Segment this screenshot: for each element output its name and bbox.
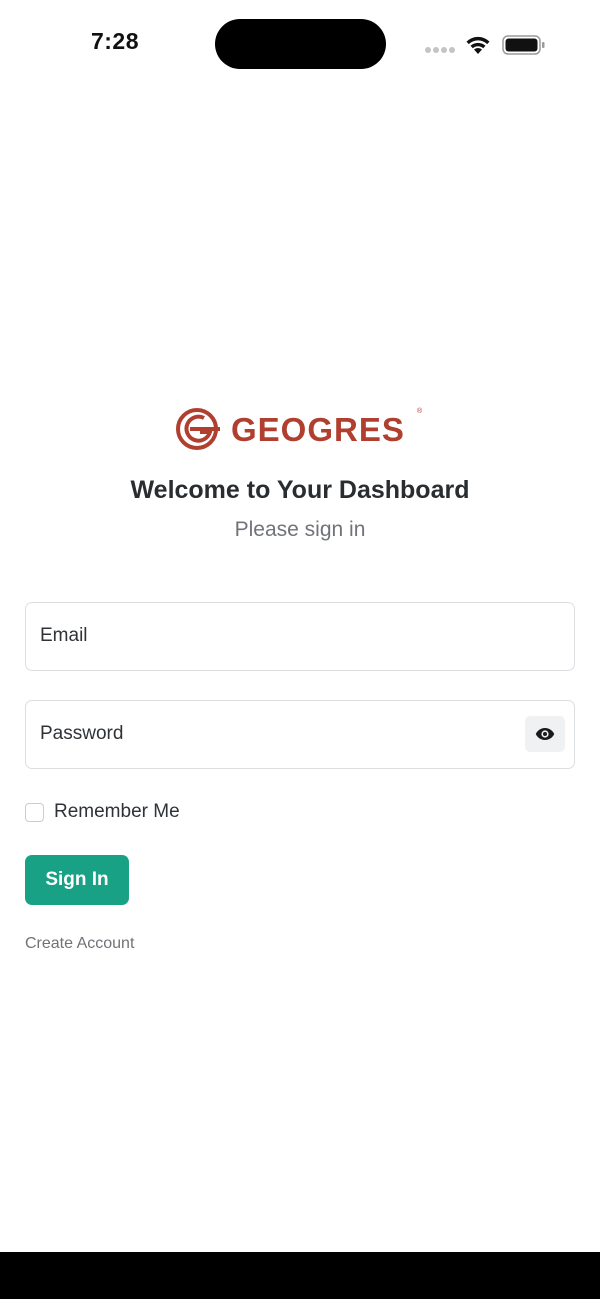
remember-me[interactable]: Remember Me — [25, 800, 180, 824]
password-field[interactable] — [40, 701, 520, 767]
battery-icon — [502, 35, 545, 55]
create-account-link[interactable]: Create Account — [25, 935, 134, 953]
eye-icon — [535, 728, 555, 740]
status-time: 7:28 — [90, 28, 140, 54]
wifi-icon — [466, 36, 490, 54]
page-subtitle: Please sign in — [234, 518, 366, 541]
email-field[interactable] — [40, 603, 520, 669]
signal-icon — [425, 47, 457, 53]
dynamic-island — [215, 19, 386, 69]
page-title: Welcome to Your Dashboard — [130, 476, 470, 504]
remember-me-checkbox[interactable] — [25, 802, 44, 822]
status-bar: 7:28 — [0, 0, 600, 90]
brand-mark-icon — [176, 408, 220, 450]
brand-logo: GEOGRES — [176, 404, 426, 454]
sign-in-button[interactable]: Sign In — [25, 855, 129, 905]
login-screen: 7:28 GEOGRES ® Welcome to Your Dashboard… — [0, 0, 600, 1299]
remember-me-label: Remember Me — [54, 801, 180, 822]
brand-name: GEOGRES — [231, 411, 405, 448]
home-indicator-area — [0, 1252, 600, 1299]
email-field-container — [25, 602, 575, 671]
toggle-password-visibility-button[interactable] — [525, 716, 565, 752]
registered-mark: ® — [417, 408, 423, 415]
password-field-container — [25, 700, 575, 769]
